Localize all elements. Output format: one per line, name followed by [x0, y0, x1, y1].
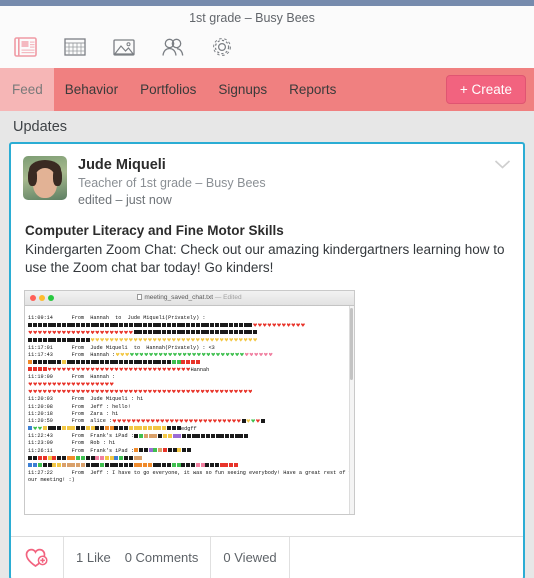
create-button[interactable]: + Create: [445, 75, 526, 104]
tab-behavior-label: Behavior: [64, 82, 119, 97]
chat-line: 11:09:14 From Hannah to Jude Miqueli(Pri…: [28, 315, 206, 321]
attachment-filename-text: meeting_saved_chat.txt: [144, 294, 214, 302]
tab-reports-label: Reports: [289, 82, 337, 97]
emoji-row-11: [134, 433, 249, 439]
icon-toolbar: [10, 32, 238, 62]
like-button[interactable]: [11, 537, 64, 578]
tab-feed[interactable]: Feed: [0, 68, 54, 111]
chat-line: 11:27:22 From Jeff : I have to go everyo…: [28, 469, 352, 484]
nav-bar: Feed Behavior Portfolios Signups Reports…: [0, 68, 534, 111]
emoji-row-1: [28, 322, 305, 328]
chat-line: 11:20:03 From Jude Miqueli : hi: [28, 396, 144, 403]
footer-spacer: [290, 537, 523, 578]
chat-line: 11:19:00 From Hannah :: [28, 374, 116, 380]
chat-log: 11:09:14 From Hannah to Jude Miqueli(Pri…: [25, 306, 354, 492]
post-title: Computer Literacy and Fine Motor Skills: [25, 223, 284, 238]
tab-signups[interactable]: Signups: [207, 68, 278, 111]
emoji-row-8: [28, 389, 253, 395]
chat-line: 11:20:50 From alice :: [28, 418, 113, 425]
emoji-row-9: [112, 418, 265, 424]
trailing-word-2: edgff: [181, 425, 197, 432]
people-icon[interactable]: [157, 32, 189, 62]
post-timestamp: edited – just now: [78, 193, 172, 207]
document-icon: [137, 294, 143, 301]
updates-heading: Updates: [13, 119, 68, 135]
tab-signups-label: Signups: [218, 82, 268, 97]
attachment-titlebar: meeting_saved_chat.txt — Edited: [25, 290, 354, 306]
author-name: Jude Miqueli: [78, 157, 166, 173]
comment-count: 0 Comments: [124, 550, 199, 565]
attachment-wrapper: meeting_saved_chat.txt — Edited 11:09:14…: [11, 277, 523, 515]
chat-line: 11:20:08 From Jeff : hello!: [28, 403, 131, 410]
photos-icon[interactable]: [108, 32, 140, 62]
chat-line: 11:17:01 From Jude Miqueli to Hannah(Pri…: [28, 344, 215, 351]
post-card: Jude Miqueli Teacher of 1st grade – Busy…: [9, 142, 525, 578]
heart-plus-icon: [25, 548, 48, 567]
like-count: 1 Like: [76, 550, 111, 565]
emoji-row-7: [28, 381, 114, 387]
chat-line: 11:20:18 From Zara : hi: [28, 410, 119, 417]
avatar[interactable]: [23, 156, 67, 200]
engagement-counts[interactable]: 1 Like 0 Comments: [64, 537, 212, 578]
emoji-row-2: [28, 330, 258, 336]
trailing-word-1: Hannah: [190, 366, 210, 373]
emoji-row-6: [28, 367, 191, 373]
emoji-row-3: [28, 337, 258, 343]
gear-icon[interactable]: [206, 32, 238, 62]
attachment-scrollbar[interactable]: [349, 305, 354, 514]
viewed-count[interactable]: 0 Viewed: [211, 537, 290, 578]
app-window: 1st grade – Busy Bees Feed Behavior Port…: [0, 0, 534, 578]
emoji-row-10: [28, 426, 181, 432]
avatar-hair-left: [28, 168, 37, 186]
tab-portfolios-label: Portfolios: [140, 82, 197, 97]
attachment-edited-label: — Edited: [214, 294, 242, 302]
chat-line: 11:23:09 From Rob : hi: [28, 440, 116, 447]
tab-portfolios[interactable]: Portfolios: [129, 68, 207, 111]
app-header: 1st grade – Busy Bees: [0, 6, 534, 68]
tab-feed-label: Feed: [12, 82, 43, 97]
post-body: Kindergarten Zoom Chat: Check out our am…: [25, 242, 505, 275]
emoji-row-14: [28, 463, 238, 469]
chat-line: 11:26:11 From Frank's iPad :: [28, 447, 134, 454]
tab-behavior[interactable]: Behavior: [54, 68, 129, 111]
chat-line: 11:22:43 From Frank's iPad :: [28, 433, 134, 439]
feed-icon[interactable]: [10, 32, 42, 62]
avatar-hair-right: [53, 168, 62, 186]
tab-reports[interactable]: Reports: [278, 68, 347, 111]
post-footer: 1 Like 0 Comments 0 Viewed: [11, 536, 523, 578]
page-title: 1st grade – Busy Bees: [189, 11, 315, 25]
attachment-scrollbar-thumb[interactable]: [350, 307, 353, 380]
attachment-image[interactable]: meeting_saved_chat.txt — Edited 11:09:14…: [24, 289, 355, 515]
attachment-filename: meeting_saved_chat.txt — Edited: [25, 294, 354, 301]
chevron-down-icon[interactable]: [494, 158, 511, 174]
author-role: Teacher of 1st grade – Busy Bees: [78, 176, 266, 190]
grid-icon[interactable]: [59, 32, 91, 62]
emoji-row-12: [134, 448, 191, 454]
emoji-row-13: [28, 455, 143, 461]
emoji-row-4: [115, 352, 273, 358]
post-author-block: Jude Miqueli Teacher of 1st grade – Busy…: [78, 156, 266, 207]
emoji-row-5: [28, 359, 200, 365]
post-header: Jude Miqueli Teacher of 1st grade – Busy…: [11, 144, 523, 207]
chat-line: 11:17:43 From Hannah :: [28, 351, 116, 358]
